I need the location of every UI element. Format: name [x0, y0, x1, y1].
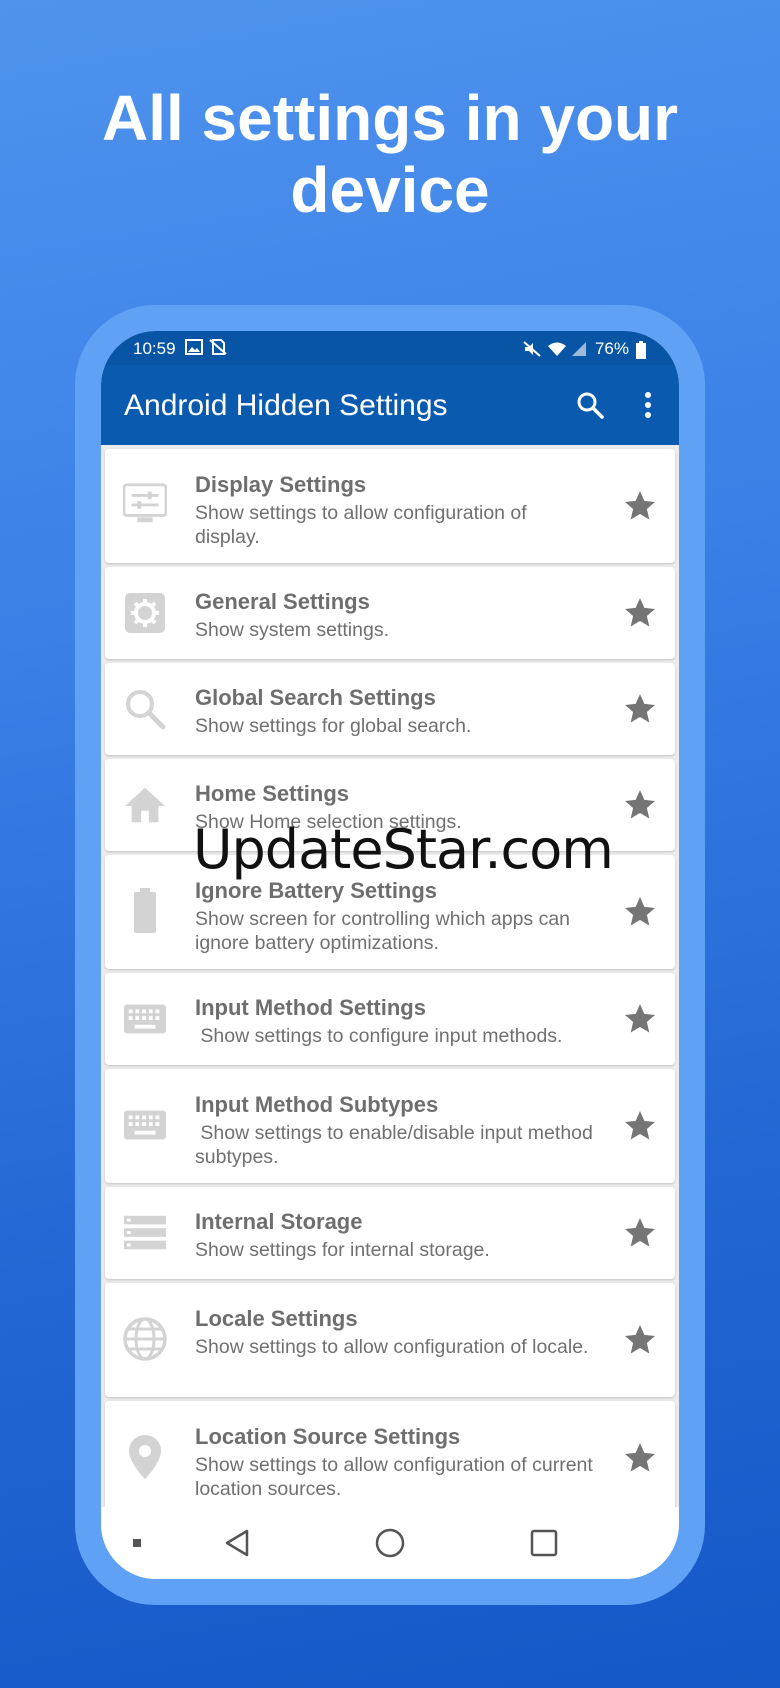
item-title: General Settings [195, 589, 370, 614]
watermark: UpdateStar.com [193, 818, 614, 881]
gear-icon [123, 591, 167, 635]
item-title: Input Method Settings [195, 995, 426, 1020]
search-icon [123, 687, 167, 731]
star-icon [625, 491, 655, 520]
list-item-locale-settings[interactable]: Locale Settings Show settings to allow c… [105, 1283, 675, 1397]
home-circle-icon [375, 1528, 405, 1558]
wifi-icon [547, 341, 566, 357]
favorite-star-button[interactable] [621, 487, 659, 525]
recents-icon [530, 1529, 558, 1557]
battery-status-icon [635, 341, 647, 359]
list-item-input-method-subtypes[interactable]: Input Method Subtypes Show settings to e… [105, 1069, 675, 1183]
battery-percent: 76% [594, 339, 629, 358]
app-title: Android Hidden Settings [124, 389, 448, 422]
nav-back-button[interactable] [219, 1525, 255, 1561]
signal-icon [571, 341, 589, 357]
search-icon [577, 392, 604, 419]
item-description: Show system settings. [195, 619, 389, 641]
list-item-internal-storage[interactable]: Internal Storage Show settings for inter… [105, 1187, 675, 1279]
favorite-star-button[interactable] [621, 1439, 659, 1477]
app-bar: Android Hidden Settings [101, 365, 679, 445]
favorite-star-button[interactable] [621, 1214, 659, 1252]
favorite-star-button[interactable] [621, 690, 659, 728]
list-item-location-source-settings[interactable]: Location Source Settings Show settings t… [105, 1401, 675, 1515]
nav-recents-button[interactable] [526, 1525, 562, 1561]
settings-list: Display Settings Show settings to allow … [105, 449, 675, 1519]
overflow-menu-button[interactable] [631, 388, 665, 422]
dot-icon [133, 1539, 141, 1547]
home-icon [123, 783, 167, 827]
item-title: Ignore Battery Settings [195, 878, 438, 903]
item-description: Show settings to allow configuration of … [195, 1336, 589, 1358]
hero-title: All settings in your device [0, 82, 780, 226]
star-icon [625, 694, 655, 723]
globe-icon [123, 1317, 167, 1361]
item-description: Show settings to configure input methods… [195, 1025, 563, 1047]
star-icon [625, 897, 655, 926]
gallery-notification-icon [185, 339, 203, 355]
battery-icon [123, 888, 167, 933]
star-icon [625, 598, 655, 627]
list-item-input-method-settings[interactable]: Input Method Settings Show settings to c… [105, 973, 675, 1065]
list-item-global-search-settings[interactable]: Global Search Settings Show settings for… [105, 663, 675, 755]
location-pin-icon [123, 1435, 167, 1479]
list-item-general-settings[interactable]: General Settings Show system settings. [105, 567, 675, 659]
item-title: Home Settings [195, 781, 350, 806]
mute-icon [523, 341, 541, 357]
storage-icon [123, 1211, 167, 1255]
star-icon [625, 1218, 655, 1247]
star-icon [625, 1443, 655, 1472]
star-icon [625, 790, 655, 819]
star-icon [625, 1325, 655, 1354]
no-sim-icon [209, 339, 227, 355]
nav-dot-button[interactable] [119, 1525, 155, 1561]
back-icon [225, 1529, 249, 1557]
item-title: Location Source Settings [195, 1424, 461, 1449]
hero-title-line-2: device [290, 154, 490, 226]
favorite-star-button[interactable] [621, 786, 659, 824]
list-item-display-settings[interactable]: Display Settings Show settings to allow … [105, 449, 675, 563]
item-description: Show settings for internal storage. [195, 1239, 490, 1261]
phone-screen: 10:59 76% Android Hidden Settings Displa… [101, 331, 679, 1579]
keyboard-icon [123, 1103, 167, 1147]
status-time: 10:59 [133, 339, 176, 358]
star-icon [625, 1111, 655, 1140]
item-title: Locale Settings [195, 1306, 358, 1331]
item-title: Global Search Settings [195, 685, 436, 710]
status-bar: 10:59 76% [101, 331, 679, 365]
favorite-star-button[interactable] [621, 594, 659, 632]
item-description: Show settings to allow configuration of … [195, 502, 527, 548]
favorite-star-button[interactable] [621, 1000, 659, 1038]
more-vert-icon [645, 392, 651, 418]
favorite-star-button[interactable] [621, 1321, 659, 1359]
nav-home-button[interactable] [372, 1525, 408, 1561]
item-description: Show settings to enable/disable input me… [195, 1122, 599, 1168]
favorite-star-button[interactable] [621, 893, 659, 931]
item-description: Show settings to allow configuration of … [195, 1454, 593, 1500]
navigation-bar [101, 1507, 679, 1579]
star-icon [625, 1004, 655, 1033]
item-title: Input Method Subtypes [195, 1092, 439, 1117]
search-button[interactable] [573, 388, 607, 422]
item-title: Internal Storage [195, 1209, 363, 1234]
hero-title-line-1: All settings in your [101, 82, 679, 154]
item-description: Show settings for global search. [195, 715, 472, 737]
item-description: Show screen for controlling which apps c… [195, 908, 571, 954]
item-title: Display Settings [195, 472, 367, 497]
display-settings-icon [123, 482, 167, 526]
favorite-star-button[interactable] [621, 1107, 659, 1145]
keyboard-icon [123, 997, 167, 1041]
